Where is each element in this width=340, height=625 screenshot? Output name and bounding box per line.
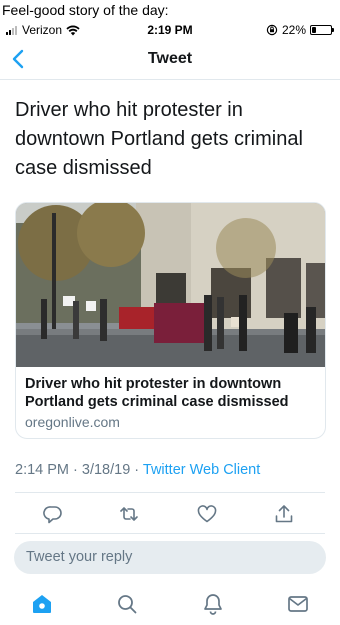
battery-percent: 22% bbox=[281, 23, 306, 37]
reply-placeholder: Tweet your reply bbox=[26, 549, 133, 565]
divider-top bbox=[15, 492, 325, 493]
tweet-text: Driver who hit protester in downtown Por… bbox=[15, 99, 303, 179]
tweet-actions bbox=[0, 501, 340, 529]
tab-bar bbox=[0, 588, 340, 625]
like-icon[interactable] bbox=[196, 503, 218, 525]
caption-text: Feel-good story of the day: bbox=[0, 0, 340, 21]
status-right: 22% bbox=[266, 23, 334, 37]
messages-icon[interactable] bbox=[286, 592, 310, 616]
status-bar: Verizon 2:19 PM 22% bbox=[0, 21, 340, 39]
page-title: Tweet bbox=[147, 50, 193, 67]
link-card[interactable]: Driver who hit protester in downtown Por… bbox=[15, 202, 326, 439]
search-icon[interactable] bbox=[115, 592, 139, 616]
nav-bar: Tweet bbox=[0, 40, 340, 80]
battery-icon bbox=[310, 25, 334, 35]
reply-icon[interactable] bbox=[42, 503, 64, 525]
card-domain: oregonlive.com bbox=[25, 414, 120, 430]
share-icon[interactable] bbox=[273, 503, 295, 525]
card-title: Driver who hit protester in downtown Por… bbox=[25, 376, 289, 410]
notifications-icon[interactable] bbox=[201, 592, 225, 616]
home-icon[interactable] bbox=[30, 592, 54, 616]
divider-bottom bbox=[15, 533, 325, 534]
retweet-icon[interactable] bbox=[118, 503, 140, 525]
tweet-client-link[interactable]: Twitter Web Client bbox=[143, 462, 260, 478]
card-photo bbox=[16, 203, 325, 367]
rotation-lock-icon bbox=[266, 24, 278, 36]
tweet-timestamp: 2:14 PM · 3/18/19 · bbox=[15, 462, 143, 478]
reply-input[interactable]: Tweet your reply bbox=[14, 541, 326, 574]
battery-fill bbox=[312, 27, 316, 33]
tweet-meta: 2:14 PM · 3/18/19 · Twitter Web Client bbox=[15, 462, 260, 478]
